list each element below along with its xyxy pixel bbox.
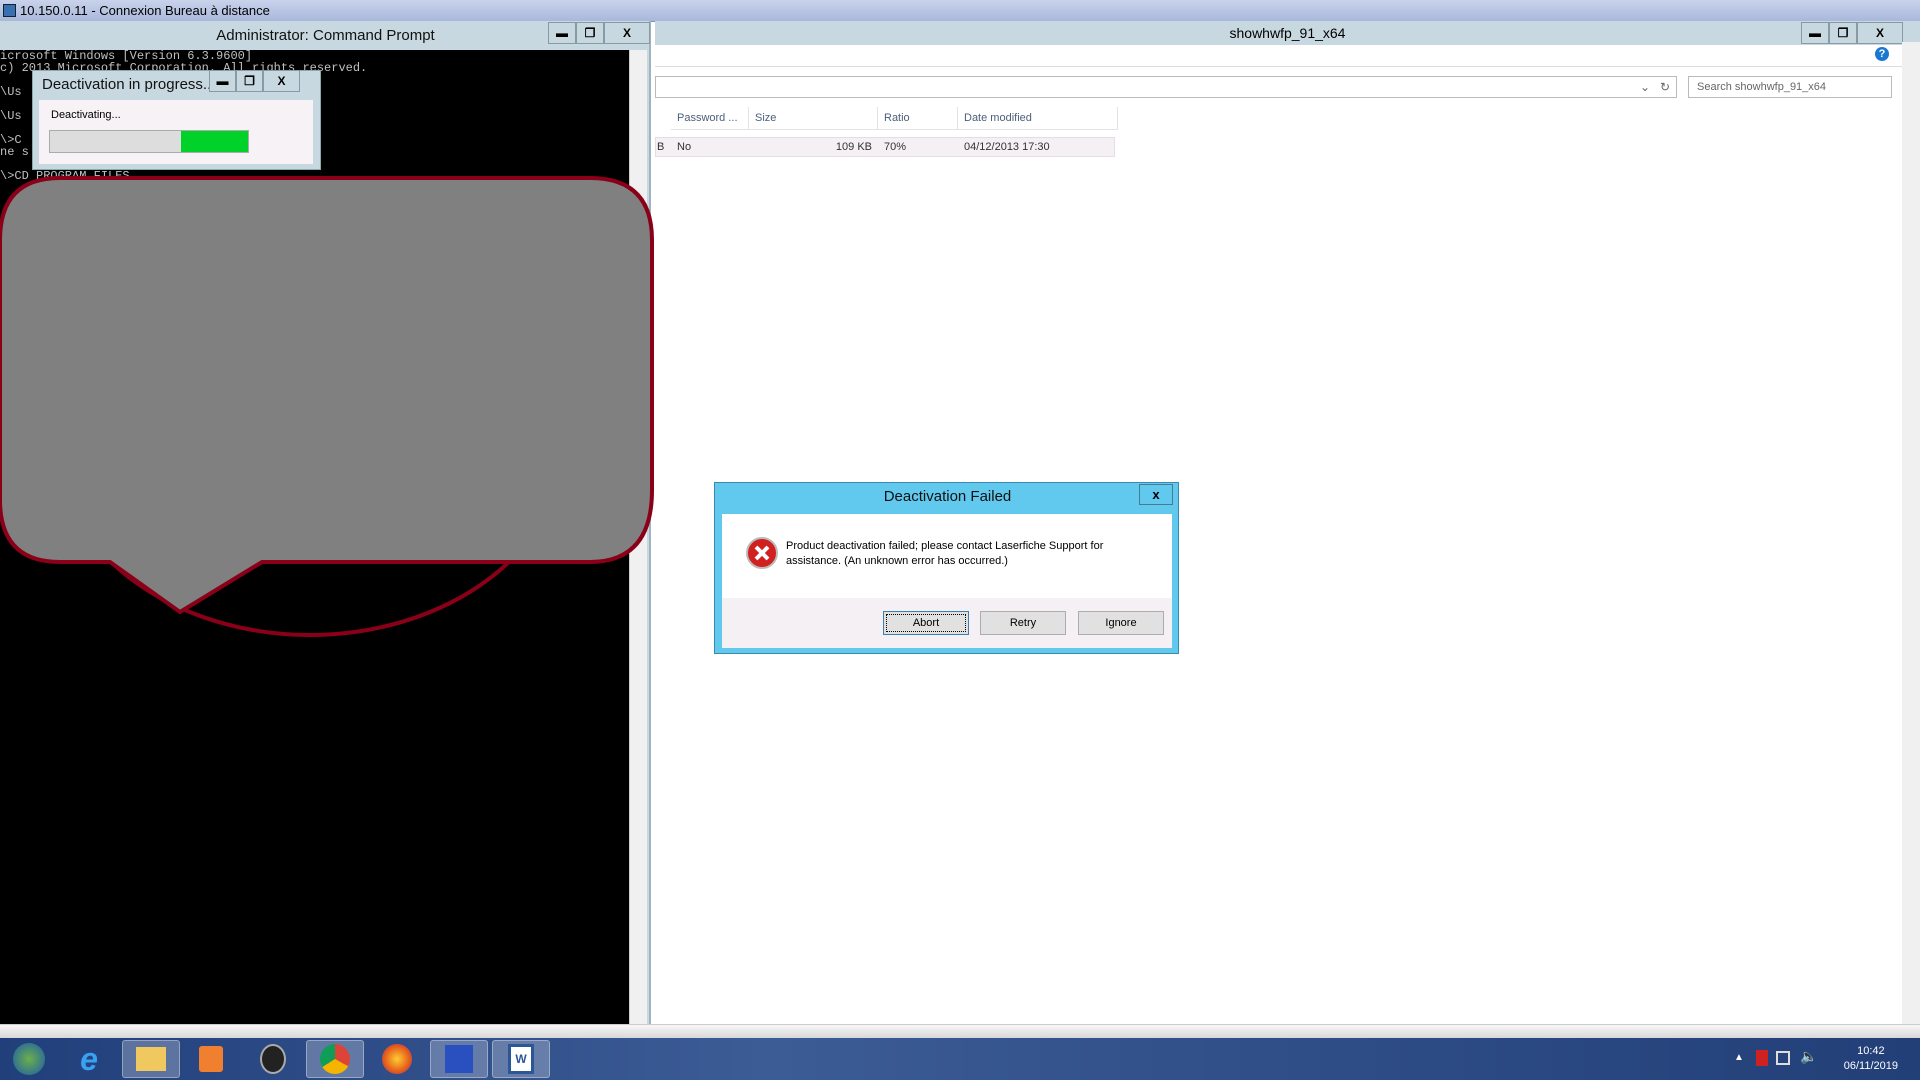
- taskbar-chrome[interactable]: [306, 1040, 364, 1078]
- close-button[interactable]: X: [1857, 22, 1903, 44]
- taskbar-app[interactable]: [244, 1040, 302, 1078]
- deactivation-progress-dialog: Deactivation in progress... ▬ ❐ X Deacti…: [32, 70, 321, 170]
- start-button[interactable]: [0, 1040, 58, 1078]
- callout-bubble: [0, 176, 654, 615]
- deactivation-failed-dialog: Deactivation Failed x Product deactivati…: [714, 482, 1179, 654]
- restore-button[interactable]: ❐: [1829, 22, 1857, 44]
- internet-explorer-icon: e: [80, 1040, 98, 1077]
- error-message: Product deactivation failed; please cont…: [786, 540, 1104, 567]
- remote-desktop-icon: [445, 1045, 473, 1073]
- progress-fill: [180, 131, 248, 152]
- error-title: Deactivation Failed: [883, 488, 1012, 505]
- column-header-ratio[interactable]: Ratio: [878, 107, 958, 130]
- taskbar-remote-desktop[interactable]: [430, 1040, 488, 1078]
- taskbar: e W ▲ 🔈 10:42 06/11/2019: [0, 1038, 1920, 1080]
- clock-time: 10:42: [1857, 1045, 1885, 1057]
- app-icon: [260, 1044, 286, 1074]
- rdp-icon: [3, 4, 16, 17]
- close-button[interactable]: X: [604, 22, 650, 44]
- folder-icon: [136, 1047, 166, 1071]
- ignore-button[interactable]: Ignore: [1078, 611, 1164, 635]
- show-hidden-icons[interactable]: ▲: [1734, 1052, 1744, 1063]
- search-input[interactable]: Search showhwfp_91_x64: [1688, 76, 1892, 98]
- column-header-size[interactable]: Size: [749, 107, 878, 130]
- column-header-password[interactable]: Password ...: [671, 107, 749, 130]
- cell-password: No: [677, 141, 692, 153]
- firefox-icon: [382, 1044, 412, 1074]
- clock[interactable]: 10:42 06/11/2019: [1844, 1044, 1898, 1074]
- windows-orb-icon: [13, 1043, 45, 1075]
- explorer-title: showhwfp_91_x64: [655, 21, 1920, 45]
- rdp-title-bar: 10.150.0.11 - Connexion Bureau à distanc…: [0, 0, 1920, 22]
- taskbar-firefox[interactable]: [368, 1040, 426, 1078]
- retry-button[interactable]: Retry: [980, 611, 1066, 635]
- minimize-button[interactable]: ▬: [209, 70, 236, 92]
- action-center-flag-icon[interactable]: [1756, 1050, 1768, 1066]
- close-button[interactable]: X: [263, 70, 300, 92]
- network-icon[interactable]: [1776, 1051, 1790, 1065]
- refresh-icon[interactable]: ↻: [1660, 80, 1670, 94]
- horizontal-scrollbar[interactable]: [0, 1024, 1920, 1038]
- media-player-icon: [199, 1046, 223, 1072]
- help-icon[interactable]: ?: [1875, 47, 1889, 61]
- column-header-date[interactable]: Date modified: [958, 107, 1118, 130]
- cmd-window-controls: ▬ ❐ X: [548, 22, 650, 44]
- progress-bar: [49, 130, 249, 153]
- close-button[interactable]: x: [1139, 484, 1173, 505]
- minimize-button[interactable]: ▬: [1801, 22, 1829, 44]
- taskbar-file-explorer[interactable]: [122, 1040, 180, 1078]
- minimize-button[interactable]: ▬: [548, 22, 576, 44]
- restore-button[interactable]: ❐: [576, 22, 604, 44]
- taskbar-ie[interactable]: e: [60, 1040, 118, 1078]
- word-icon: W: [508, 1044, 534, 1074]
- dropdown-icon[interactable]: ⌄: [1640, 80, 1650, 94]
- explorer-vertical-scrollbar[interactable]: [1902, 42, 1920, 1045]
- progress-title: Deactivation in progress...: [42, 76, 216, 93]
- volume-icon[interactable]: 🔈: [1800, 1048, 1817, 1065]
- cell-prefix: B: [657, 141, 665, 153]
- taskbar-word[interactable]: W: [492, 1040, 550, 1078]
- redaction-callout: [0, 176, 654, 637]
- taskbar-media-player[interactable]: [182, 1040, 240, 1078]
- progress-label: Deactivating...: [51, 109, 121, 121]
- restore-button[interactable]: ❐: [236, 70, 263, 92]
- cell-date: 04/12/2013 17:30: [964, 141, 1050, 153]
- rdp-title: 10.150.0.11 - Connexion Bureau à distanc…: [20, 3, 270, 18]
- cell-size: 109 KB: [835, 141, 872, 153]
- error-icon: [746, 537, 778, 569]
- clock-date: 06/11/2019: [1843, 1060, 1898, 1072]
- abort-button[interactable]: Abort: [883, 611, 969, 635]
- chrome-icon: [320, 1044, 350, 1074]
- cell-ratio: 70%: [884, 141, 907, 153]
- address-bar[interactable]: ⌄ ↻: [655, 76, 1677, 98]
